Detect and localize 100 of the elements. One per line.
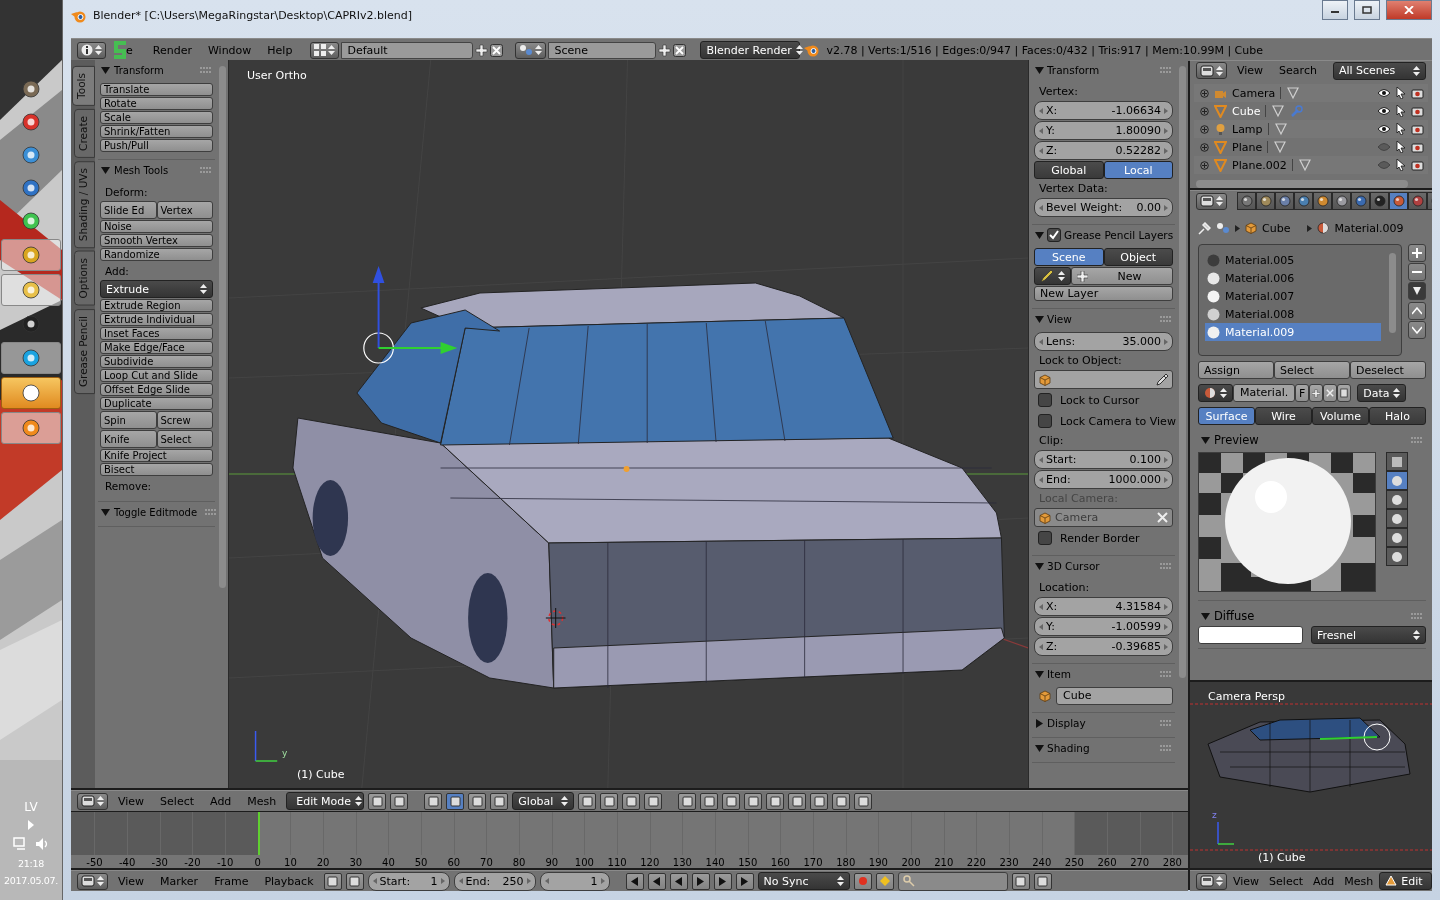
- number-field[interactable]: Z: 0.52282: [1034, 141, 1173, 160]
- dropdown-menu[interactable]: Extrude: [100, 280, 213, 298]
- start-frame-field[interactable]: Start: 1: [367, 871, 450, 891]
- slot-action-button[interactable]: Assign: [1198, 361, 1274, 379]
- tool-button[interactable]: Inset Faces: [100, 327, 213, 340]
- panel-title[interactable]: Display: [1047, 717, 1086, 729]
- end-frame-field[interactable]: End: 250: [453, 871, 536, 891]
- menu-item[interactable]: Select: [154, 794, 201, 808]
- tool-button[interactable]: Knife: [100, 430, 157, 448]
- toggle-button[interactable]: Local: [1103, 161, 1173, 179]
- outliner-item[interactable]: Camera: [1232, 86, 1276, 100]
- material-slot[interactable]: Material.006: [1205, 269, 1381, 287]
- outliner-item[interactable]: Lamp: [1232, 122, 1263, 136]
- menu-item[interactable]: Help: [261, 43, 299, 57]
- outliner-item[interactable]: Plane.002: [1232, 158, 1287, 172]
- number-field[interactable]: End: 1000.000: [1034, 470, 1173, 489]
- number-field[interactable]: Bevel Weight: 0.00: [1034, 198, 1173, 217]
- filter-dropdown[interactable]: All Scenes: [1332, 61, 1426, 80]
- tool-button[interactable]: Extrude Region: [100, 299, 213, 312]
- tool-button[interactable]: Translate: [100, 83, 213, 96]
- panel-title[interactable]: Preview: [1214, 433, 1259, 447]
- material-name-field[interactable]: Material.: [1233, 384, 1296, 402]
- name-field[interactable]: Cube: [1056, 687, 1173, 705]
- panel-title[interactable]: Diffuse: [1214, 609, 1255, 623]
- toggle-button[interactable]: Global: [1034, 161, 1104, 179]
- panel-title[interactable]: View: [1047, 313, 1072, 325]
- slot-action-button[interactable]: Deselect: [1350, 361, 1426, 379]
- menu-item[interactable]: Mesh: [1340, 874, 1378, 888]
- menu-item[interactable]: Playback: [258, 874, 320, 888]
- timeline[interactable]: -50 -40 -30 -20 -10 0 10 20 30 40 50 60 70 80 90 100 110 120 130 140 150 160 170 180 190 200 210 220 230 240 250 260 270 280: [71, 812, 1188, 868]
- tool-button[interactable]: Scale: [100, 111, 213, 124]
- 3d-viewport[interactable]: User Ortho y (1) Cube: [229, 60, 1028, 788]
- menu-item[interactable]: Marker: [154, 874, 205, 888]
- tool-button[interactable]: Rotate: [100, 97, 213, 110]
- number-field[interactable]: Y: 1.80090: [1034, 121, 1173, 140]
- menu-item[interactable]: Mesh: [241, 794, 283, 808]
- menu-item[interactable]: View: [1229, 874, 1264, 888]
- tool-button[interactable]: Spin: [100, 411, 157, 429]
- tool-button[interactable]: Noise: [100, 220, 213, 233]
- tool-button[interactable]: Loop Cut and Slide: [100, 369, 213, 382]
- tool-button[interactable]: Screw: [156, 411, 213, 429]
- menu-item[interactable]: Frame: [208, 874, 255, 888]
- menu-item[interactable]: Select: [1265, 874, 1308, 888]
- slot-action-button[interactable]: Select: [1274, 361, 1350, 379]
- new-button[interactable]: New: [1071, 267, 1173, 285]
- outliner-item[interactable]: Cube: [1232, 104, 1261, 118]
- tool-button[interactable]: Extrude Individual: [100, 313, 213, 326]
- tool-button[interactable]: Duplicate: [100, 397, 213, 410]
- tool-button[interactable]: Vertex: [156, 201, 213, 219]
- panel-title[interactable]: Shading: [1047, 742, 1090, 754]
- breadcrumb-item[interactable]: Cube: [1262, 221, 1291, 235]
- tool-button[interactable]: Smooth Vertex: [100, 234, 213, 247]
- tool-button[interactable]: Bisect: [100, 463, 213, 476]
- menu-item[interactable]: Add: [1309, 874, 1339, 888]
- toggle-button[interactable]: Scene: [1034, 248, 1104, 266]
- render-engine-dropdown[interactable]: Blender Render: [700, 41, 801, 59]
- orientation-dropdown[interactable]: Global: [512, 792, 575, 810]
- number-field[interactable]: X: 4.31584: [1034, 597, 1173, 616]
- tool-button[interactable]: New Layer: [1034, 286, 1173, 301]
- material-slot[interactable]: Material.007: [1205, 287, 1381, 305]
- number-field[interactable]: Z: -0.39685: [1034, 637, 1173, 656]
- menu-item[interactable]: View: [112, 794, 151, 808]
- material-slot[interactable]: Material.005: [1205, 251, 1381, 269]
- number-field[interactable]: X: -1.06634: [1034, 101, 1173, 120]
- menu-item[interactable]: Render: [146, 43, 198, 57]
- menu-item[interactable]: View: [1231, 64, 1270, 78]
- material-slot[interactable]: Material.009: [1205, 323, 1381, 341]
- camera-viewport[interactable]: Camera Persp z (1) Cube: [1190, 682, 1432, 868]
- mode-dropdown[interactable]: Edit Mode: [286, 792, 365, 810]
- fake-user-button[interactable]: F: [1295, 384, 1310, 402]
- tab[interactable]: Volume: [1312, 407, 1369, 425]
- number-field[interactable]: Y: -1.00599: [1034, 617, 1173, 636]
- link-dropdown[interactable]: Data: [1357, 384, 1407, 402]
- menu-item[interactable]: View: [112, 874, 151, 888]
- number-field[interactable]: Lens: 35.000: [1034, 332, 1173, 351]
- menu-item[interactable]: Window: [201, 43, 258, 57]
- number-field[interactable]: Start: 0.100: [1034, 450, 1173, 469]
- current-frame-field[interactable]: 1: [539, 871, 610, 891]
- tool-button[interactable]: Knife Project: [100, 449, 213, 462]
- menu-item[interactable]: Search: [1273, 64, 1323, 78]
- sync-dropdown[interactable]: No Sync: [757, 872, 850, 890]
- tool-button[interactable]: Make Edge/Face: [100, 341, 213, 354]
- layout-field[interactable]: Default: [341, 41, 474, 59]
- tool-button[interactable]: Select: [156, 430, 213, 448]
- tab[interactable]: Surface: [1198, 407, 1255, 425]
- panel-title[interactable]: Transform: [114, 64, 164, 76]
- tool-button[interactable]: Subdivide: [100, 355, 213, 368]
- tab[interactable]: Tools: [72, 66, 95, 106]
- shader-dropdown[interactable]: Fresnel: [1311, 626, 1426, 644]
- scene-field[interactable]: Scene: [548, 41, 657, 59]
- menu-item[interactable]: Add: [204, 794, 238, 808]
- tab[interactable]: Wire: [1255, 407, 1312, 425]
- breadcrumb-item[interactable]: Material.009: [1334, 221, 1404, 235]
- material-slot[interactable]: Material.008: [1205, 305, 1381, 323]
- outliner-item[interactable]: Plane: [1232, 140, 1263, 154]
- mode-dropdown[interactable]: Edit: [1379, 872, 1432, 890]
- panel-title[interactable]: Grease Pencil Layers: [1064, 229, 1174, 241]
- panel-title[interactable]: Transform: [1047, 64, 1100, 76]
- tool-button[interactable]: Slide Ed: [100, 201, 157, 219]
- panel-title[interactable]: Mesh Tools: [114, 164, 169, 176]
